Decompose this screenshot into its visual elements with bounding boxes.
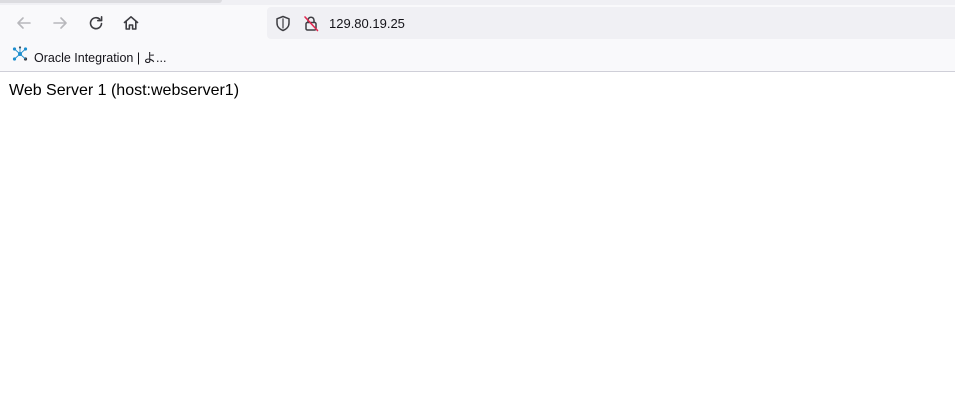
home-button[interactable] bbox=[116, 8, 146, 38]
selected-tab-edge bbox=[0, 0, 222, 3]
url-text[interactable]: 129.80.19.25 bbox=[329, 16, 405, 31]
page-body-text: Web Server 1 (host:webserver1) bbox=[9, 82, 240, 99]
oracle-integration-icon bbox=[12, 45, 28, 67]
bookmark-label: Oracle Integration | よ... bbox=[34, 50, 167, 65]
arrow-left-icon bbox=[15, 14, 33, 32]
reload-button[interactable] bbox=[81, 8, 111, 38]
bookmark-oracle-integration[interactable]: Oracle Integration | よ... bbox=[8, 45, 170, 67]
back-button[interactable] bbox=[9, 8, 39, 38]
forward-button[interactable] bbox=[45, 8, 75, 38]
reload-icon bbox=[87, 14, 105, 32]
navigation-toolbar: 129.80.19.25 bbox=[0, 5, 955, 41]
page-content: Web Server 1 (host:webserver1) bbox=[0, 72, 955, 414]
home-icon bbox=[122, 14, 140, 32]
arrow-right-icon bbox=[51, 14, 69, 32]
address-bar[interactable]: 129.80.19.25 bbox=[267, 7, 955, 39]
bookmarks-toolbar: Oracle Integration | よ... bbox=[0, 41, 955, 72]
shield-icon[interactable] bbox=[274, 14, 292, 32]
insecure-lock-icon[interactable] bbox=[302, 14, 320, 32]
